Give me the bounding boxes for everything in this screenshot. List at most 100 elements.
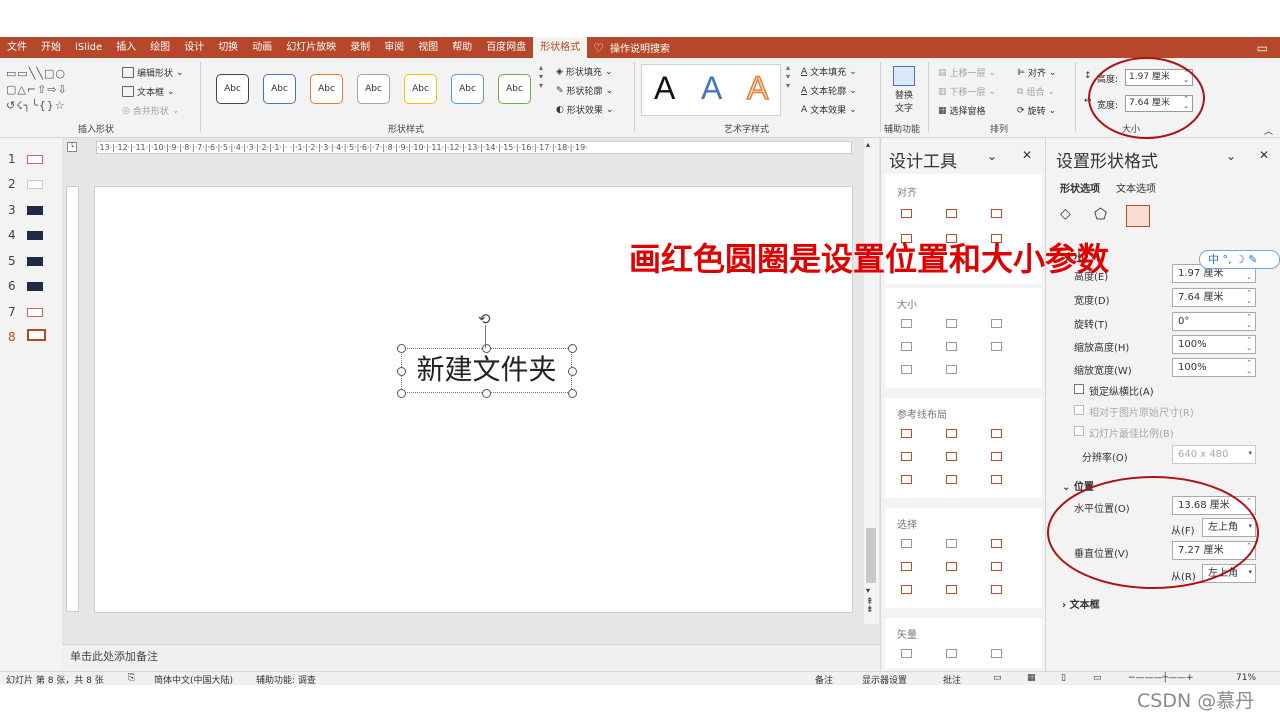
- select-bottom-icon[interactable]: [901, 585, 912, 594]
- fill-line-icon[interactable]: ◇: [1060, 206, 1071, 222]
- guide-center-icon[interactable]: [946, 429, 957, 438]
- size-properties-icon[interactable]: [1126, 205, 1150, 227]
- spellcheck-icon[interactable]: ⎘: [128, 673, 135, 683]
- tell-me-search[interactable]: ♡ 操作说明搜索: [593, 40, 670, 56]
- wordart-style-black[interactable]: A: [654, 70, 675, 107]
- slide-thumbnail[interactable]: 6: [8, 279, 43, 293]
- slide-thumbnail[interactable]: 5: [8, 254, 43, 268]
- shape-gallery[interactable]: ▭▭╲╲□○ ▢△⌐⇧⇨⇩ ↺☇╮╰{}☆: [6, 66, 106, 114]
- slide-thumbnail[interactable]: 8: [8, 329, 46, 344]
- fit-right-icon[interactable]: [946, 342, 957, 351]
- wordart-gallery-scroll[interactable]: ▴ ▾ ▾: [786, 63, 790, 90]
- shape-fill-button[interactable]: ◈ 形状填充 ⌄: [556, 65, 612, 79]
- accessibility-status[interactable]: 辅助功能: 调查: [256, 673, 316, 685]
- fit-bottom-icon[interactable]: [946, 365, 957, 374]
- comments-toggle[interactable]: 批注: [943, 673, 961, 685]
- tab-transitions[interactable]: 切换: [211, 37, 245, 58]
- format-width-input[interactable]: 7.64 厘米 ⌃ ⌄: [1172, 288, 1256, 307]
- select-invert-icon[interactable]: [991, 585, 1002, 594]
- select-top-icon[interactable]: [901, 562, 912, 571]
- resize-handle[interactable]: [397, 389, 406, 398]
- scale-width-input[interactable]: 100% ⌃ ⌄: [1172, 358, 1256, 377]
- scale-height-input[interactable]: 100% ⌃ ⌄: [1172, 335, 1256, 354]
- text-fill-button[interactable]: A 文本填充 ⌄: [801, 65, 857, 79]
- merge-shapes-button[interactable]: ◎ 合并形状 ⌄: [122, 104, 179, 118]
- shape-outline-button[interactable]: ✎ 形状轮廓 ⌄: [556, 84, 613, 98]
- normal-view-icon[interactable]: ▭: [993, 673, 1002, 683]
- guide-left-icon[interactable]: [901, 429, 912, 438]
- slide-thumbnail[interactable]: 3: [8, 203, 43, 217]
- shape-style-option[interactable]: Abc: [216, 74, 249, 104]
- select-similar-icon[interactable]: [901, 539, 912, 548]
- text-outline-button[interactable]: A 文本轮廓 ⌄: [801, 84, 857, 98]
- guide-top-icon[interactable]: [901, 452, 912, 461]
- slide-thumbnail[interactable]: 4: [8, 228, 43, 242]
- scroll-thumb[interactable]: [866, 528, 876, 583]
- tab-stop-selector[interactable]: └: [67, 142, 77, 152]
- comment-icon[interactable]: ▭: [1257, 41, 1268, 55]
- reading-view-icon[interactable]: ▯: [1061, 673, 1066, 683]
- notes-pane[interactable]: 单击此处添加备注: [62, 644, 880, 671]
- guide-middle-icon[interactable]: [946, 452, 957, 461]
- edit-shape-button[interactable]: 编辑形状 ⌄: [122, 66, 184, 79]
- display-settings[interactable]: 显示器设置: [862, 673, 907, 685]
- tab-insert[interactable]: 插入: [109, 37, 143, 58]
- close-icon[interactable]: ✕: [1022, 148, 1032, 162]
- shape-text[interactable]: 新建文件夹: [401, 350, 572, 390]
- notes-toggle[interactable]: 备注: [815, 673, 833, 685]
- guide-fill-width-icon[interactable]: [901, 475, 912, 484]
- shape-effects-button[interactable]: ◐ 形状效果 ⌄: [556, 103, 613, 117]
- guide-fill-height-icon[interactable]: [946, 475, 957, 484]
- rotate-handle-icon[interactable]: ⟲: [478, 310, 491, 328]
- select-distribute-icon[interactable]: [946, 585, 957, 594]
- effects-pentagon-icon[interactable]: ⬠: [1094, 205, 1107, 223]
- select-all-icon[interactable]: [991, 539, 1002, 548]
- align-left-icon[interactable]: [901, 209, 912, 218]
- lock-aspect-checkbox[interactable]: [1074, 384, 1084, 394]
- tab-file[interactable]: 文件: [0, 37, 34, 58]
- shape-style-option[interactable]: Abc: [498, 74, 531, 104]
- text-box-button[interactable]: 文本框 ⌄: [122, 85, 175, 98]
- fit-left-icon[interactable]: [901, 342, 912, 351]
- select-pointer-icon[interactable]: [991, 562, 1002, 571]
- send-backward-button[interactable]: ▥ 下移一层 ⌄: [938, 85, 996, 99]
- group-button[interactable]: ⧉ 组合 ⌄: [1017, 85, 1055, 99]
- slide-sorter-icon[interactable]: ▦: [1027, 673, 1036, 683]
- language-indicator[interactable]: 简体中文(中国大陆): [154, 673, 233, 685]
- tab-design[interactable]: 设计: [177, 37, 211, 58]
- select-middle-icon[interactable]: [946, 562, 957, 571]
- tab-shape-format[interactable]: 形状格式: [533, 37, 588, 58]
- tab-home[interactable]: 开始: [34, 37, 68, 58]
- shape-style-option[interactable]: Abc: [310, 74, 343, 104]
- zoom-level[interactable]: 71%: [1236, 673, 1256, 683]
- tab-islide[interactable]: iSlide: [68, 37, 109, 58]
- guide-fill-icon[interactable]: [991, 475, 1002, 484]
- select-same-icon[interactable]: [946, 539, 957, 548]
- tab-shape-options[interactable]: 形状选项: [1060, 180, 1100, 195]
- guide-bottom-icon[interactable]: [991, 452, 1002, 461]
- relative-original-checkbox[interactable]: [1074, 405, 1084, 415]
- close-icon[interactable]: ✕: [1259, 148, 1269, 162]
- text-effects-button[interactable]: A 文本效果 ⌄: [801, 103, 857, 117]
- chevron-down-icon[interactable]: ⌄: [1226, 149, 1236, 163]
- ime-toolbar[interactable]: 中 °, ☽ ✎: [1199, 250, 1280, 269]
- slide-thumbnail[interactable]: 7: [8, 305, 43, 319]
- align-right-icon[interactable]: [991, 209, 1002, 218]
- tab-animations[interactable]: 动画: [245, 37, 279, 58]
- shape-style-option[interactable]: Abc: [263, 74, 296, 104]
- tab-help[interactable]: 帮助: [445, 37, 479, 58]
- slide-thumbnail[interactable]: 1: [8, 152, 43, 166]
- align-center-icon[interactable]: [946, 209, 957, 218]
- rotate-button[interactable]: ⟳ 旋转 ⌄: [1017, 104, 1056, 118]
- vertical-scrollbar[interactable]: ▴ ▾ ⇞ ⇟: [864, 138, 879, 624]
- tab-draw[interactable]: 绘图: [143, 37, 177, 58]
- vector-union-icon[interactable]: [901, 649, 912, 658]
- tab-slideshow[interactable]: 幻灯片放映: [279, 37, 343, 58]
- rotation-input[interactable]: 0° ⌃ ⌄: [1172, 312, 1256, 331]
- tab-record[interactable]: 录制: [343, 37, 377, 58]
- resize-handle[interactable]: [568, 389, 577, 398]
- scroll-up-icon[interactable]: ▴: [866, 140, 870, 149]
- tab-review[interactable]: 审阅: [377, 37, 411, 58]
- align-button[interactable]: ⊫ 对齐 ⌄: [1017, 66, 1056, 80]
- selection-pane-button[interactable]: ▦ 选择窗格: [938, 104, 986, 118]
